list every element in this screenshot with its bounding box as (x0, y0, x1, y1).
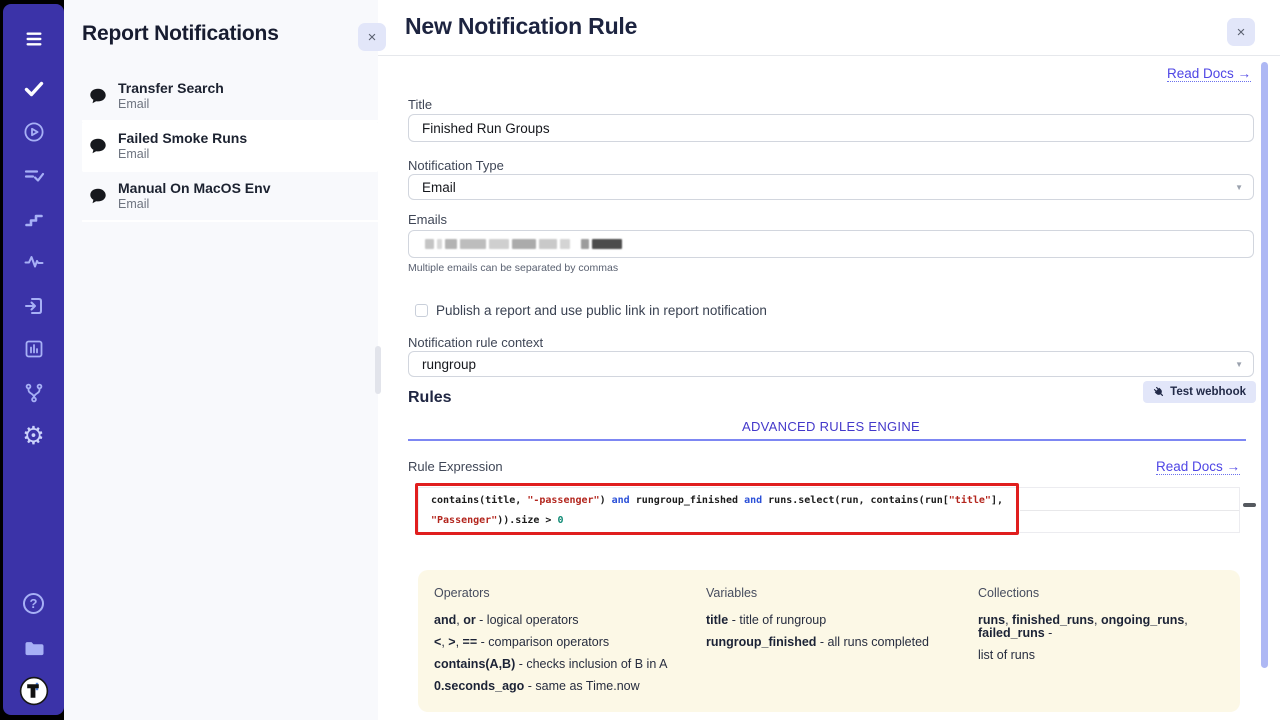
publish-report-checkbox[interactable] (415, 304, 428, 317)
header-divider (378, 55, 1280, 56)
check-icon[interactable] (3, 77, 64, 101)
redacted-email-value (425, 239, 622, 249)
help-column-header: Collections (978, 586, 1240, 600)
read-docs-link[interactable]: Read Docs → (1167, 66, 1251, 82)
bar-chart-icon[interactable] (3, 337, 64, 361)
steps-icon[interactable] (3, 207, 64, 231)
page-title: New Notification Rule (405, 13, 637, 40)
panel-resize-handle[interactable] (375, 346, 381, 394)
notification-title: Manual On MacOS Env (118, 180, 270, 197)
title-label: Title (408, 97, 432, 112)
app-logo[interactable] (3, 676, 64, 706)
speech-bubble-icon (88, 186, 108, 206)
list-check-icon[interactable] (3, 164, 64, 188)
notification-channel: Email (118, 147, 247, 162)
title-input[interactable] (408, 114, 1254, 142)
help-column-operators: Operatorsand, or - logical operators<, >… (434, 586, 696, 702)
speech-bubble-icon (88, 136, 108, 156)
app-window: ⚙ ? Report Notifications Transfer Search… (0, 0, 1280, 720)
plug-icon (1151, 384, 1168, 401)
test-webhook-button[interactable]: Test webhook (1143, 381, 1256, 403)
publish-report-row: Publish a report and use public link in … (415, 303, 767, 318)
rule-context-select[interactable]: rungroup ▼ (408, 351, 1254, 377)
editor-scrollbar-handle[interactable] (1243, 503, 1256, 507)
emails-input[interactable] (408, 230, 1254, 258)
activity-icon[interactable] (3, 250, 64, 274)
enter-icon[interactable] (3, 294, 64, 318)
editor-line-divider (1020, 510, 1239, 511)
chevron-down-icon: ▼ (1235, 360, 1243, 369)
folder-icon[interactable] (3, 636, 64, 660)
test-webhook-label: Test webhook (1170, 386, 1246, 398)
notification-list-item[interactable]: Failed Smoke Runs Email (82, 122, 378, 172)
help-column-collections: Collectionsruns, finished_runs, ongoing_… (978, 586, 1240, 671)
emails-helper-text: Multiple emails can be separated by comm… (408, 262, 618, 274)
emails-label: Emails (408, 212, 447, 227)
panel-title: Report Notifications (82, 22, 279, 46)
tab-active-underline (408, 439, 1246, 441)
menu-icon[interactable] (3, 27, 64, 51)
dialog-close-button[interactable]: × (1227, 18, 1255, 46)
notification-channel: Email (118, 197, 270, 212)
notification-type-select[interactable]: Email ▼ (408, 174, 1254, 200)
sidebar: ⚙ ? (3, 4, 64, 715)
vertical-scrollbar[interactable] (1261, 62, 1268, 668)
rule-context-value: rungroup (422, 357, 476, 372)
notification-title: Failed Smoke Runs (118, 130, 247, 147)
notification-channel: Email (118, 97, 224, 112)
panel-close-button[interactable]: × (358, 23, 386, 51)
notification-title: Transfer Search (118, 80, 224, 97)
help-column-variables: Variablestitle - title of rungrouprungro… (706, 586, 968, 658)
publish-report-label: Publish a report and use public link in … (436, 303, 767, 318)
help-column-header: Variables (706, 586, 968, 600)
speech-bubble-icon (88, 86, 108, 106)
read-docs-link[interactable]: Read Docs → (1156, 459, 1240, 475)
chevron-down-icon: ▼ (1235, 183, 1243, 192)
help-column-header: Operators (434, 586, 696, 600)
notification-type-label: Notification Type (408, 158, 504, 173)
rules-heading: Rules (408, 389, 452, 407)
tab-advanced-rules-engine[interactable]: ADVANCED RULES ENGINE (408, 419, 1254, 434)
gear-icon[interactable]: ⚙ (3, 424, 64, 448)
help-icon[interactable]: ? (3, 593, 64, 614)
branch-icon[interactable] (3, 381, 64, 405)
notification-list: Transfer Search Email Failed Smoke Runs … (82, 72, 378, 222)
notification-list-item[interactable]: Manual On MacOS Env Email (82, 172, 378, 222)
notification-type-value: Email (422, 180, 456, 195)
rule-context-label: Notification rule context (408, 335, 543, 350)
notification-list-item[interactable]: Transfer Search Email (82, 72, 378, 122)
rule-expression-label: Rule Expression (408, 459, 503, 474)
expression-help-panel: Operatorsand, or - logical operators<, >… (418, 570, 1240, 712)
notifications-panel: Report Notifications Transfer Search Ema… (64, 0, 378, 720)
play-circle-icon[interactable] (3, 120, 64, 144)
